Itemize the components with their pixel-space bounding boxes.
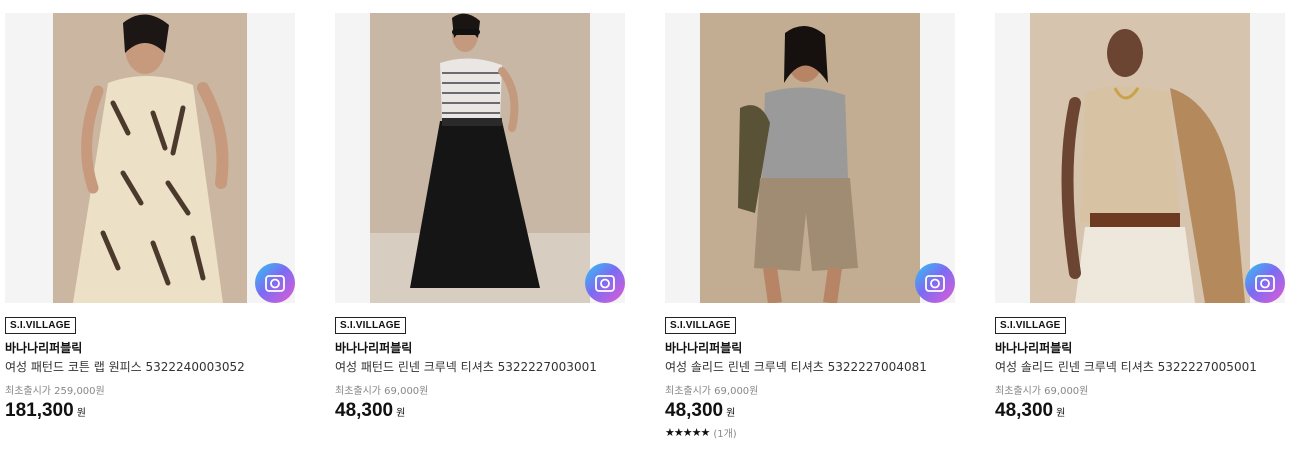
product-name[interactable]: 여성 패턴드 린넨 크루넥 티셔츠 5322227003001 xyxy=(335,359,625,375)
product-card[interactable]: S.I.VILLAGE 바나나리퍼블릭 여성 솔리드 린넨 크루넥 티셔츠 53… xyxy=(665,13,955,440)
review-count: (1개) xyxy=(713,429,737,440)
camera-icon xyxy=(595,275,615,292)
product-image[interactable] xyxy=(665,13,955,303)
brand-name[interactable]: 바나나리퍼블릭 xyxy=(665,340,955,356)
product-photo[interactable] xyxy=(1030,13,1250,303)
brand-name[interactable]: 바나나리퍼블릭 xyxy=(335,340,625,356)
product-photo[interactable] xyxy=(53,13,247,303)
currency-label: 원 xyxy=(76,408,86,419)
sale-price: 181,300 xyxy=(5,400,74,421)
product-image[interactable] xyxy=(995,13,1285,303)
product-grid: S.I.VILLAGE 바나나리퍼블릭 여성 패턴드 코튼 랩 원피스 5322… xyxy=(0,0,1306,452)
camera-icon xyxy=(925,275,945,292)
product-name[interactable]: 여성 솔리드 린넨 크루넥 티셔츠 5322227005001 xyxy=(995,359,1285,375)
brand-name[interactable]: 바나나리퍼블릭 xyxy=(5,340,295,356)
price-row: 181,300 원 xyxy=(5,399,295,423)
sale-price: 48,300 xyxy=(665,400,724,421)
brand-name[interactable]: 바나나리퍼블릭 xyxy=(995,340,1285,356)
currency-label: 원 xyxy=(1056,408,1066,419)
star-rating: ★★★★★ xyxy=(665,426,710,439)
original-price: 최초출시가 69,000원 xyxy=(335,386,429,397)
currency-label: 원 xyxy=(396,408,406,419)
currency-label: 원 xyxy=(726,408,736,419)
original-price: 최초출시가 69,000원 xyxy=(995,386,1089,397)
product-photo[interactable] xyxy=(700,13,920,303)
camera-icon xyxy=(265,275,285,292)
product-image[interactable] xyxy=(5,13,295,303)
similar-search-button[interactable] xyxy=(915,263,955,303)
product-image[interactable] xyxy=(335,13,625,303)
product-card[interactable]: S.I.VILLAGE 바나나리퍼블릭 여성 솔리드 린넨 크루넥 티셔츠 53… xyxy=(995,13,1285,423)
product-card[interactable]: S.I.VILLAGE 바나나리퍼블릭 여성 패턴드 코튼 랩 원피스 5322… xyxy=(5,13,295,423)
sale-price: 48,300 xyxy=(335,400,394,421)
product-name[interactable]: 여성 솔리드 린넨 크루넥 티셔츠 5322227004081 xyxy=(665,359,955,375)
price-row: 48,300 원 xyxy=(335,399,625,423)
original-price: 최초출시가 69,000원 xyxy=(665,386,759,397)
sale-price: 48,300 xyxy=(995,400,1054,421)
rating[interactable]: ★★★★★ (1개) xyxy=(665,425,955,440)
camera-icon xyxy=(1255,275,1275,292)
similar-search-button[interactable] xyxy=(585,263,625,303)
product-name[interactable]: 여성 패턴드 코튼 랩 원피스 5322240003052 xyxy=(5,359,295,375)
original-price: 최초출시가 259,000원 xyxy=(5,386,105,397)
product-photo[interactable] xyxy=(370,13,590,303)
price-row: 48,300 원 xyxy=(995,399,1285,423)
price-row: 48,300 원 xyxy=(665,399,955,423)
store-badge: S.I.VILLAGE xyxy=(995,317,1066,334)
product-card[interactable]: S.I.VILLAGE 바나나리퍼블릭 여성 패턴드 린넨 크루넥 티셔츠 53… xyxy=(335,13,625,423)
store-badge: S.I.VILLAGE xyxy=(5,317,76,334)
similar-search-button[interactable] xyxy=(1245,263,1285,303)
store-badge: S.I.VILLAGE xyxy=(335,317,406,334)
store-badge: S.I.VILLAGE xyxy=(665,317,736,334)
similar-search-button[interactable] xyxy=(255,263,295,303)
